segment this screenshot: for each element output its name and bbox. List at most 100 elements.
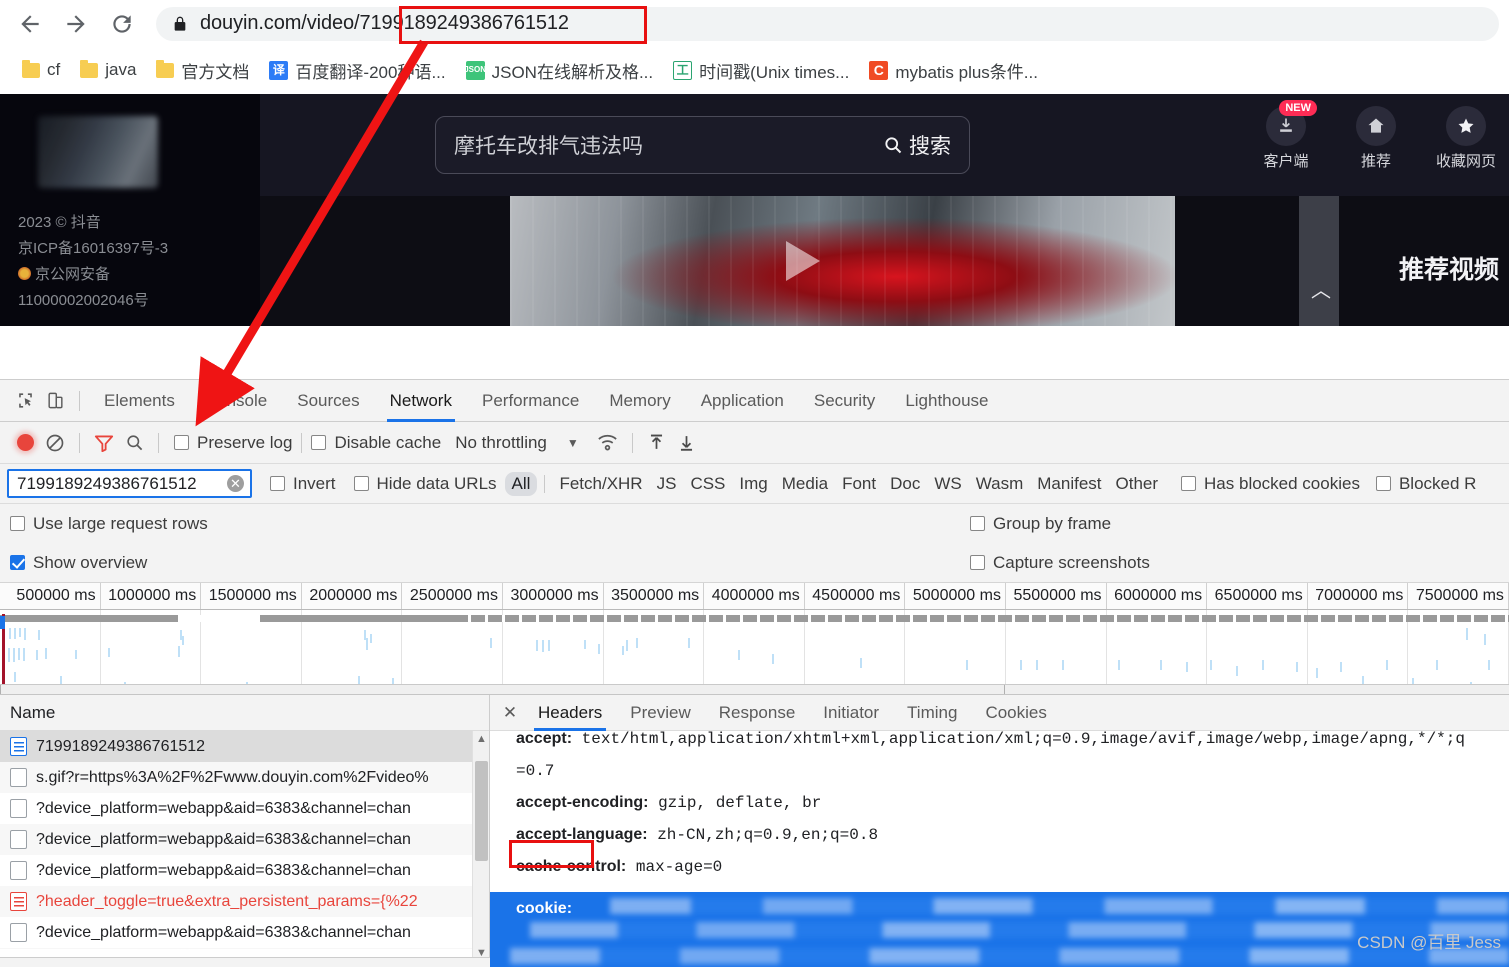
hide-data-urls-checkbox[interactable]: Hide data URLs (353, 474, 497, 494)
site-search-button[interactable]: 搜索 (883, 130, 951, 160)
details-tab-timing[interactable]: Timing (893, 695, 971, 731)
bookmark-baidu-translate[interactable]: 译 百度翻译-200种语... (261, 54, 453, 87)
group-by-frame-checkbox[interactable]: Group by frame (970, 514, 1111, 534)
police-record-line1[interactable]: 京公网安备 (18, 262, 242, 288)
icp-text[interactable]: 京ICP备16016397号-3 (18, 236, 242, 262)
tab-application[interactable]: Application (686, 380, 799, 422)
network-conditions-button[interactable] (593, 428, 623, 458)
disable-cache-checkbox[interactable]: Disable cache (311, 433, 441, 453)
tab-elements[interactable]: Elements (89, 380, 190, 422)
filter-type-fetch-xhr[interactable]: Fetch/XHR (552, 472, 649, 496)
chevron-down-icon[interactable]: ▼ (567, 436, 579, 450)
network-overview-graph[interactable] (0, 610, 1509, 695)
preserve-log-checkbox[interactable]: Preserve log (174, 433, 292, 453)
reload-button[interactable] (102, 4, 142, 44)
clear-button[interactable] (40, 428, 70, 458)
search-toggle-button[interactable] (119, 428, 149, 458)
nav-favorite[interactable]: 收藏网页 (1431, 106, 1501, 171)
table-row[interactable]: ?device_platform=webapp&aid=6383&channel… (0, 948, 489, 949)
table-row[interactable]: ?device_platform=webapp&aid=6383&channel… (0, 855, 489, 886)
bookmark-json-parser[interactable]: JSON JSON在线解析及格... (458, 54, 662, 87)
forward-button[interactable] (56, 4, 96, 44)
checkbox-box (970, 555, 985, 570)
filter-type-ws[interactable]: WS (927, 472, 968, 496)
clear-input-icon[interactable]: ✕ (227, 475, 244, 492)
table-row[interactable]: s.gif?r=https%3A%2F%2Fwww.douyin.com%2Fv… (0, 762, 489, 793)
chevron-up-icon[interactable]: ▲ (476, 733, 487, 745)
bookmark-java[interactable]: java (72, 56, 144, 84)
site-search-box[interactable]: 摩托车改排气违法吗 搜索 (435, 116, 970, 174)
tab-network[interactable]: Network (375, 380, 467, 422)
screenshot-root: douyin.com/video/7199189249386761512 cf … (0, 0, 1509, 967)
filter-type-doc[interactable]: Doc (883, 472, 927, 496)
filter-type-all[interactable]: All (504, 471, 538, 496)
nav-client[interactable]: NEW 客户端 (1251, 100, 1321, 171)
back-button[interactable] (10, 4, 50, 44)
tab-memory[interactable]: Memory (594, 380, 685, 422)
filter-input-value[interactable]: 7199189249386761512 (17, 474, 227, 494)
filter-type-manifest[interactable]: Manifest (1030, 472, 1108, 496)
filter-type-media[interactable]: Media (775, 472, 835, 496)
request-list-header[interactable]: Name (0, 695, 489, 731)
header-value: text/html,application/xhtml+xml,applicat… (581, 730, 1465, 748)
site-search-input[interactable]: 摩托车改排气违法吗 (454, 130, 883, 160)
filter-type-css[interactable]: CSS (683, 472, 732, 496)
address-bar[interactable]: douyin.com/video/7199189249386761512 (156, 6, 1499, 41)
table-row[interactable]: ?device_platform=webapp&aid=6383&channel… (0, 917, 489, 948)
table-row[interactable]: ?device_platform=webapp&aid=6383&channel… (0, 793, 489, 824)
device-toolbar-icon[interactable] (40, 386, 70, 416)
bookmark-cf[interactable]: cf (14, 56, 68, 84)
export-har-button[interactable] (672, 428, 702, 458)
blocked-requests-checkbox[interactable]: Blocked R (1375, 474, 1476, 494)
filter-type-img[interactable]: Img (732, 472, 774, 496)
use-large-request-rows-checkbox[interactable]: Use large request rows (10, 514, 208, 534)
details-tab-response[interactable]: Response (705, 695, 810, 731)
request-list-scrollbar[interactable]: ▲ ▼ (472, 731, 489, 961)
table-row[interactable]: ?header_toggle=true&extra_persistent_par… (0, 886, 489, 917)
details-tab-preview[interactable]: Preview (616, 695, 704, 731)
toolbar-divider (158, 432, 159, 453)
table-row[interactable]: 7199189249386761512 (0, 731, 489, 762)
nav-recommend[interactable]: 推荐 (1341, 106, 1411, 171)
filter-type-js[interactable]: JS (650, 472, 684, 496)
cookie-header-row-selected[interactable]: cookie: (490, 892, 1509, 967)
video-left-gap (260, 196, 510, 326)
import-har-button[interactable] (642, 428, 672, 458)
has-blocked-cookies-checkbox[interactable]: Has blocked cookies (1181, 474, 1360, 494)
details-tab-headers[interactable]: Headers (524, 695, 616, 731)
overview-range-selector[interactable] (0, 684, 1509, 694)
filter-type-font[interactable]: Font (835, 472, 883, 496)
table-row[interactable]: ?device_platform=webapp&aid=6383&channel… (0, 824, 489, 855)
filter-toggle-button[interactable] (89, 428, 119, 458)
overview-band-dashed (454, 615, 1509, 622)
filter-input[interactable]: 7199189249386761512 ✕ (7, 469, 252, 498)
bookmark-official-docs[interactable]: 官方文档 (148, 54, 257, 87)
network-status-bar: 21 / 970 requests 204 kB / 4.3 MB transf… (0, 957, 490, 967)
timeline-tick: 6000000 ms (1107, 583, 1208, 609)
request-details-panel: ✕ Headers Preview Response Initiator Tim… (490, 695, 1509, 967)
video-scroll-up-button[interactable]: ︿ (1299, 196, 1339, 326)
video-player[interactable] (510, 196, 1175, 326)
capture-screenshots-checkbox[interactable]: Capture screenshots (970, 553, 1150, 573)
request-list: Name 7199189249386761512 s.gif?r=https%3… (0, 695, 490, 967)
inspect-element-icon[interactable] (10, 386, 40, 416)
overview-band-solid (0, 615, 178, 622)
police-badge-icon (18, 267, 31, 280)
show-overview-checkbox[interactable]: Show overview (10, 553, 147, 573)
bookmark-mybatis-plus[interactable]: C mybatis plus条件... (861, 54, 1046, 87)
tab-performance[interactable]: Performance (467, 380, 594, 422)
tab-sources[interactable]: Sources (282, 380, 374, 422)
close-icon[interactable]: ✕ (496, 703, 524, 723)
throttling-select[interactable]: No throttling (455, 433, 547, 453)
tab-security[interactable]: Security (799, 380, 890, 422)
scrollbar-thumb[interactable] (475, 761, 488, 861)
details-tab-initiator[interactable]: Initiator (809, 695, 893, 731)
filter-type-wasm[interactable]: Wasm (969, 472, 1031, 496)
tab-console[interactable]: Console (190, 380, 282, 422)
bookmark-timestamp[interactable]: 工 时间戳(Unix times... (665, 54, 857, 87)
invert-checkbox[interactable]: Invert (270, 474, 336, 494)
details-tab-cookies[interactable]: Cookies (971, 695, 1060, 731)
filter-type-other[interactable]: Other (1109, 472, 1166, 496)
record-button[interactable] (10, 428, 40, 458)
tab-lighthouse[interactable]: Lighthouse (890, 380, 1003, 422)
